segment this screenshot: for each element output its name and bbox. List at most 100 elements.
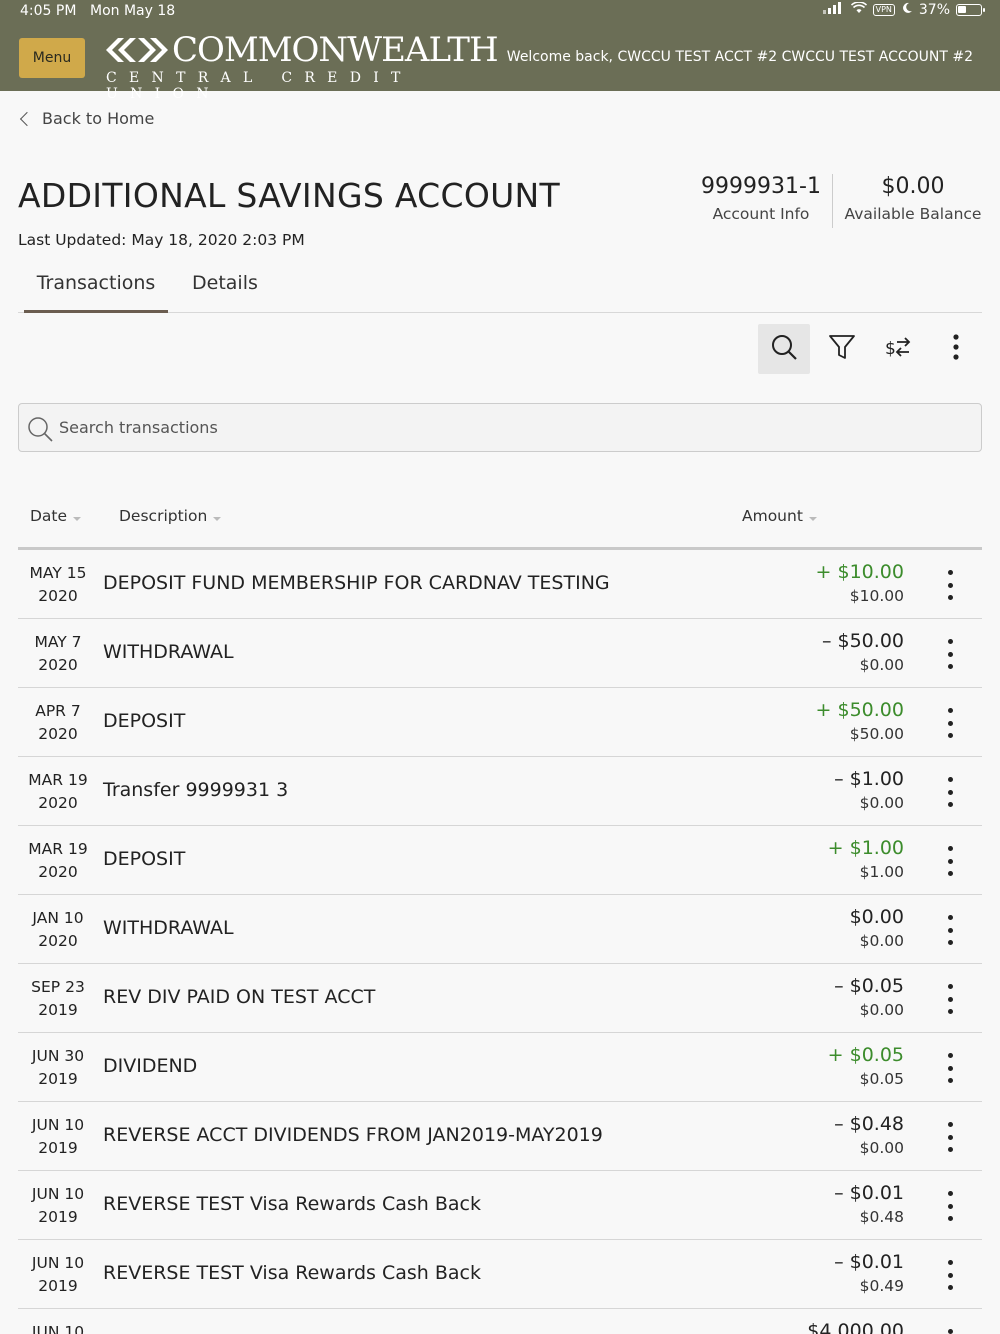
tab-transactions[interactable]: Transactions xyxy=(24,272,168,313)
transaction-amount: + $0.05 xyxy=(827,1044,904,1066)
table-row[interactable]: APR 7 2020 DEPOSIT + $50.00 $50.00 xyxy=(18,688,982,757)
transaction-description: REVERSE ACCT DIVIDENDS FROM JAN2019-MAY2… xyxy=(103,1124,603,1146)
dot xyxy=(947,1203,953,1209)
dot xyxy=(947,1078,953,1083)
dot xyxy=(947,777,953,782)
tab-details[interactable]: Details xyxy=(180,272,270,313)
transaction-date-day: JUN 10 xyxy=(31,1185,85,1203)
dot xyxy=(947,1065,953,1071)
page-title: ADDITIONAL SAVINGS ACCOUNT xyxy=(18,176,561,215)
search-icon xyxy=(770,333,798,365)
back-to-home-link[interactable]: Back to Home xyxy=(19,109,154,128)
logo-subtitle: CENTRAL CREDIT UNION xyxy=(106,70,413,102)
row-more-icon[interactable] xyxy=(940,915,960,945)
dot xyxy=(947,984,953,989)
table-row[interactable]: JUN 30 2019 DIVIDEND + $0.05 $0.05 xyxy=(18,1033,982,1102)
status-bar: 4:05 PM Mon May 18 VPN 37% xyxy=(0,0,1000,24)
dot xyxy=(947,720,953,726)
transaction-amount: $0.00 xyxy=(849,906,904,928)
dot xyxy=(947,1216,953,1221)
table-row[interactable]: JUN 10 2019 REVERSE TEST Visa Rewards Cash… xyxy=(18,1171,982,1240)
row-more-icon[interactable] xyxy=(940,984,960,1014)
column-label: Amount xyxy=(742,507,803,525)
table-row[interactable]: MAR 19 2020 DEPOSIT + $1.00 $1.00 xyxy=(18,826,982,895)
header-divider xyxy=(832,174,833,228)
chevron-left-icon xyxy=(19,111,35,126)
transaction-date-year: 2019 xyxy=(38,1001,78,1019)
search-input[interactable] xyxy=(59,404,959,451)
transaction-date-day: SEP 23 xyxy=(31,978,85,996)
status-indicators: VPN 37% xyxy=(822,1,985,18)
table-row[interactable]: JUN 10 2019 REVERSE ACCT DIVIDENDS FROM JA… xyxy=(18,1102,982,1171)
menu-button[interactable]: Menu xyxy=(19,38,85,78)
transaction-date-year: 2019 xyxy=(38,1139,78,1157)
transaction-amount: + $10.00 xyxy=(815,561,904,583)
table-row[interactable]: MAR 19 2020 Transfer 9999931 3 – $1.00 $0.00 xyxy=(18,757,982,826)
tab-bar: Transactions Details xyxy=(18,266,982,313)
filter-button[interactable] xyxy=(816,324,868,374)
transaction-date: APR 7 2020 xyxy=(18,700,98,746)
battery-icon xyxy=(956,4,985,16)
table-row[interactable]: MAY 15 2020 DEPOSIT FUND MEMBERSHIP FOR CA… xyxy=(18,550,982,619)
row-more-icon[interactable] xyxy=(940,639,960,669)
transaction-date-year: 2019 xyxy=(38,1070,78,1088)
transaction-date: JUN 30 2019 xyxy=(18,1045,98,1091)
row-more-icon[interactable] xyxy=(940,1122,960,1152)
table-row[interactable]: SEP 23 2019 REV DIV PAID ON TEST ACCT – $0.… xyxy=(18,964,982,1033)
row-more-icon[interactable] xyxy=(940,1191,960,1221)
transaction-amount: – $0.05 xyxy=(834,975,904,997)
dot xyxy=(947,1009,953,1014)
dot xyxy=(947,1191,953,1196)
transaction-description: WITHDRAWAL xyxy=(103,917,234,939)
transaction-date-day: JUN 10 xyxy=(31,1254,85,1272)
account-info[interactable]: 9999931-1 Account Info xyxy=(690,174,832,223)
more-options-button[interactable] xyxy=(930,324,982,374)
column-label: Description xyxy=(119,507,208,525)
table-row[interactable]: JAN 10 2020 WITHDRAWAL $0.00 $0.00 xyxy=(18,895,982,964)
transaction-date-year: 2019 xyxy=(38,1208,78,1226)
running-balance: $0.00 xyxy=(859,1139,904,1157)
welcome-message: Welcome back, CWCCU TEST ACCT #2 CWCCU T… xyxy=(506,49,973,65)
dot xyxy=(947,996,953,1002)
moon-icon xyxy=(901,2,913,18)
search-toggle-button[interactable] xyxy=(758,324,810,374)
running-balance: $50.00 xyxy=(849,725,904,743)
transaction-amount: + $50.00 xyxy=(815,699,904,721)
column-header-amount[interactable]: Amount xyxy=(742,507,817,525)
column-header-date[interactable]: Date xyxy=(30,507,82,525)
dot xyxy=(947,927,953,933)
transaction-list: MAY 15 2020 DEPOSIT FUND MEMBERSHIP FOR CA… xyxy=(18,550,982,1334)
row-more-icon[interactable] xyxy=(940,1260,960,1290)
dot xyxy=(947,570,953,575)
transaction-amount: – $50.00 xyxy=(821,630,904,652)
dot xyxy=(947,1147,953,1152)
brand-logo[interactable]: COMMONWEALTH CENTRAL CREDIT UNION xyxy=(104,30,499,102)
transaction-description: DEPOSIT FUND MEMBERSHIP FOR CARDNAV TEST… xyxy=(103,572,610,594)
dot xyxy=(947,708,953,713)
transaction-date-day: MAR 19 xyxy=(28,840,88,858)
dot xyxy=(947,733,953,738)
table-row[interactable]: MAY 7 2020 WITHDRAWAL – $50.00 $0.00 xyxy=(18,619,982,688)
row-more-icon[interactable] xyxy=(940,1329,960,1334)
dot xyxy=(947,595,953,600)
running-balance: $0.00 xyxy=(859,794,904,812)
transaction-date-year: 2020 xyxy=(38,932,78,950)
row-more-icon[interactable] xyxy=(940,777,960,807)
transaction-date-day: APR 7 xyxy=(35,702,81,720)
transfer-button[interactable]: $ xyxy=(872,324,924,374)
row-more-icon[interactable] xyxy=(940,570,960,600)
transaction-date-day: JUN 10 xyxy=(31,1116,85,1134)
table-row[interactable]: JUN 10 $4,000.00 xyxy=(18,1309,982,1334)
column-header-description[interactable]: Description xyxy=(119,507,222,525)
transaction-description: REVERSE TEST Visa Rewards Cash Back xyxy=(103,1193,481,1215)
row-more-icon[interactable] xyxy=(940,846,960,876)
row-more-icon[interactable] xyxy=(940,1053,960,1083)
transaction-date: JUN 10 2019 xyxy=(18,1114,98,1160)
dot xyxy=(947,651,953,657)
row-more-icon[interactable] xyxy=(940,708,960,738)
table-row[interactable]: JUN 10 2019 REVERSE TEST Visa Rewards Cash… xyxy=(18,1240,982,1309)
transaction-description: REVERSE TEST Visa Rewards Cash Back xyxy=(103,1262,481,1284)
transaction-amount: – $0.01 xyxy=(834,1182,904,1204)
transaction-description: Transfer 9999931 3 xyxy=(103,779,289,801)
running-balance: $0.05 xyxy=(859,1070,904,1088)
